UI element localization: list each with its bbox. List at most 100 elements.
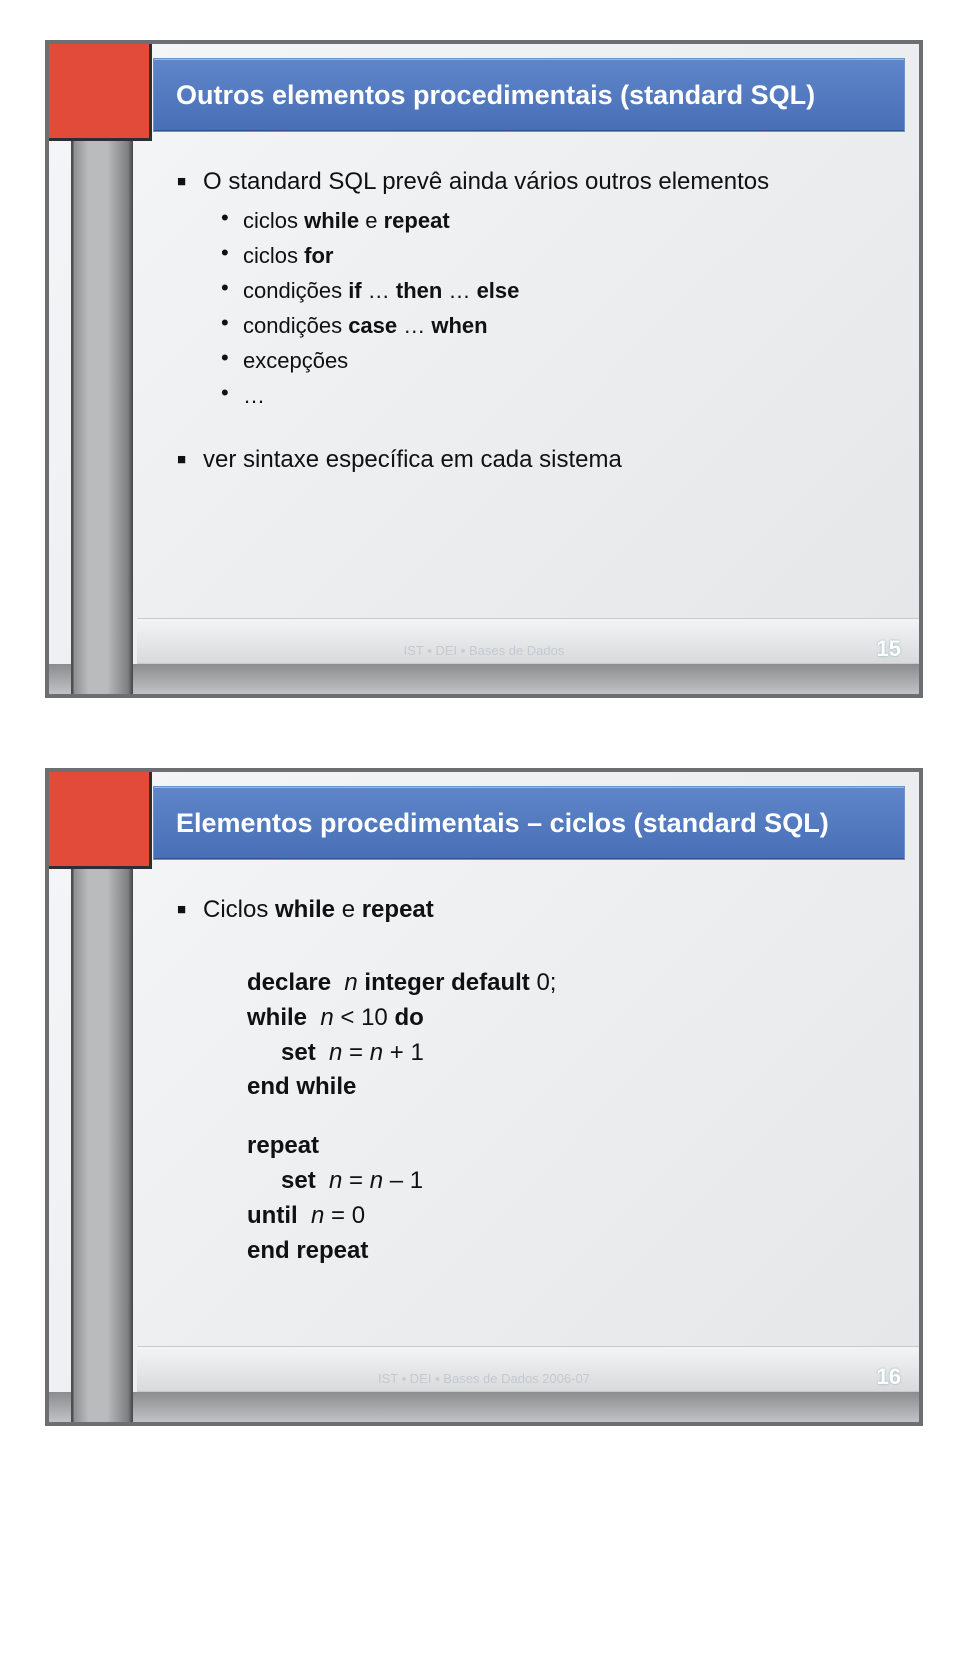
bullet-level1: ■ ver sintaxe específica em cada sistema (177, 442, 889, 478)
dot-bullet-icon: • (221, 379, 243, 412)
spacer (177, 932, 889, 966)
bullet-level2: • condições if … then … else (177, 274, 889, 307)
slide-16: Elementos procedimentais – ciclos (stand… (45, 768, 923, 1426)
dot-bullet-icon: • (221, 309, 243, 342)
bullet-text: ciclos for (243, 239, 333, 272)
bullet-level2: • … (177, 379, 889, 412)
bullet-text: ver sintaxe específica em cada sistema (203, 442, 622, 478)
text: … (362, 278, 396, 303)
code-line: until n = 0 (247, 1199, 889, 1234)
text: ciclos (243, 208, 304, 233)
code-line: set n = n + 1 (247, 1036, 889, 1071)
var-n: n (329, 1039, 342, 1066)
spacer (177, 414, 889, 442)
page-number: 16 (877, 1364, 901, 1390)
footer-text: IST ▪ DEI ▪ Bases de Dados (49, 643, 919, 658)
decor-base (49, 1392, 919, 1422)
slide-title: Outros elementos procedimentais (standar… (176, 80, 815, 111)
var-n: n (320, 1004, 333, 1031)
text: condições (243, 278, 348, 303)
decor-red-box (49, 44, 152, 141)
kw-set: set (281, 1039, 316, 1066)
text: e (359, 208, 383, 233)
spacer (177, 1105, 889, 1129)
kw-while: while (247, 1004, 307, 1031)
decor-red-box (49, 772, 152, 869)
text: … (442, 278, 476, 303)
text: e (335, 896, 362, 923)
var-n: n (370, 1039, 383, 1066)
kw-declare: declare (247, 969, 331, 996)
code-line: repeat (247, 1129, 889, 1164)
bullet-text: condições case … when (243, 309, 488, 342)
kw-repeat: repeat (247, 1132, 319, 1159)
kw-repeat: repeat (362, 896, 434, 923)
decor-sideband (71, 772, 133, 1422)
bullet-text: Ciclos while e repeat (203, 892, 434, 928)
bullet-text: condições if … then … else (243, 274, 519, 307)
kw-case: case (348, 313, 397, 338)
square-bullet-icon: ■ (177, 442, 203, 478)
slide-title-bar: Elementos procedimentais – ciclos (stand… (153, 786, 905, 860)
op-eq: = (342, 1039, 369, 1066)
kw-end-repeat: end repeat (247, 1237, 368, 1264)
bullet-level2: • condições case … when (177, 309, 889, 342)
square-bullet-icon: ■ (177, 892, 203, 928)
decor-sideband (71, 44, 133, 694)
literal: 0; (536, 969, 556, 996)
slide-title-bar: Outros elementos procedimentais (standar… (153, 58, 905, 132)
expr: + 1 (383, 1039, 424, 1066)
dot-bullet-icon: • (221, 344, 243, 377)
text: condições (243, 313, 348, 338)
slide-content: ■ Ciclos while e repeat declare n intege… (177, 892, 889, 1362)
page-number: 15 (877, 636, 901, 662)
kw-until: until (247, 1202, 298, 1229)
dot-bullet-icon: • (221, 204, 243, 237)
kw-else: else (477, 278, 520, 303)
slide-15: Outros elementos procedimentais (standar… (45, 40, 923, 698)
slide-title: Elementos procedimentais – ciclos (stand… (176, 808, 829, 839)
var-n: n (370, 1167, 383, 1194)
code-line: declare n integer default 0; (247, 966, 889, 1001)
bullet-text: excepções (243, 344, 348, 377)
kw-for: for (304, 243, 333, 268)
text: … (397, 313, 431, 338)
var-n: n (344, 969, 357, 996)
kw-while: while (304, 208, 359, 233)
expr: – 1 (383, 1167, 423, 1194)
bullet-level1: ■ O standard SQL prevê ainda vários outr… (177, 164, 889, 200)
kw-do: do (394, 1004, 423, 1031)
kw-set: set (281, 1167, 316, 1194)
code-line: end repeat (247, 1234, 889, 1269)
bullet-text: … (243, 379, 265, 412)
op-eq: = (342, 1167, 369, 1194)
expr: = 0 (324, 1202, 365, 1229)
kw-then: then (396, 278, 442, 303)
kw-if: if (348, 278, 361, 303)
expr: < 10 (334, 1004, 395, 1031)
dot-bullet-icon: • (221, 274, 243, 307)
bullet-text: O standard SQL prevê ainda vários outros… (203, 164, 769, 200)
code-block-repeat: repeat set n = n – 1 until n = 0 end rep… (177, 1129, 889, 1268)
dot-bullet-icon: • (221, 239, 243, 272)
bullet-level2: • ciclos for (177, 239, 889, 272)
code-line: end while (247, 1070, 889, 1105)
kw-repeat: repeat (384, 208, 450, 233)
kw-end-while: end while (247, 1073, 356, 1100)
footer-text: IST ▪ DEI ▪ Bases de Dados 2006-07 (49, 1371, 919, 1386)
kw-integer-default: integer default (358, 969, 537, 996)
bullet-level2: • ciclos while e repeat (177, 204, 889, 237)
decor-base (49, 664, 919, 694)
bullet-level2: • excepções (177, 344, 889, 377)
text: Ciclos (203, 896, 275, 923)
code-line: set n = n – 1 (247, 1164, 889, 1199)
square-bullet-icon: ■ (177, 164, 203, 200)
kw-while: while (275, 896, 335, 923)
var-n: n (311, 1202, 324, 1229)
code-block-while: declare n integer default 0; while n < 1… (177, 966, 889, 1105)
slide-content: ■ O standard SQL prevê ainda vários outr… (177, 164, 889, 634)
bullet-level1: ■ Ciclos while e repeat (177, 892, 889, 928)
code-line: while n < 10 do (247, 1001, 889, 1036)
text: ciclos (243, 243, 304, 268)
bullet-text: ciclos while e repeat (243, 204, 450, 237)
